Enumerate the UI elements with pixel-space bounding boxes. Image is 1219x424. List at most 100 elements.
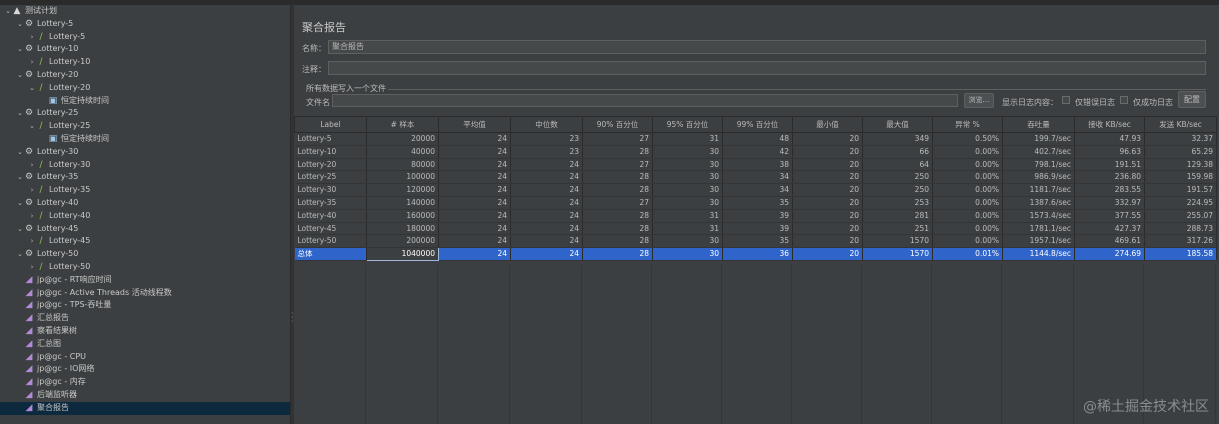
comment-input[interactable]: [328, 61, 1206, 75]
tree-node[interactable]: ⌄ ∕ Lottery-20: [0, 82, 290, 95]
collapse-arrow-icon[interactable]: ›: [28, 261, 36, 274]
column-header[interactable]: 最小值: [792, 116, 863, 133]
column-header[interactable]: 接收 KB/sec: [1074, 116, 1145, 133]
tree-node[interactable]: › ∕ Lottery-45: [0, 235, 290, 248]
chart-icon: ◢: [25, 313, 33, 324]
collapse-arrow-icon[interactable]: ›: [28, 56, 36, 69]
table-cell: 24: [438, 222, 511, 236]
tree-node[interactable]: ⌄ ⚙ Lottery-50: [0, 248, 290, 261]
table-row[interactable]: Lottery-25 100000 24 24 28 30 34 20 250 0.00% 986.…: [294, 170, 1217, 185]
tree-node[interactable]: ◢ jp@gc - 内存: [0, 376, 290, 389]
tree-node[interactable]: › ∕ Lottery-30: [0, 159, 290, 172]
table-row[interactable]: Lottery-30 120000 24 24 28 30 34 20 250 0.00% 1181…: [294, 183, 1217, 197]
filename-input[interactable]: [332, 94, 958, 107]
table-row[interactable]: Lottery-20 80000 24 24 27 30 38 20 64 0.00% 798.1/…: [294, 158, 1217, 172]
tree-node[interactable]: ⌄ ⚙ Lottery-30: [0, 146, 290, 159]
collapse-arrow-icon[interactable]: ›: [28, 210, 36, 223]
table-cell: 36: [722, 247, 793, 261]
name-input[interactable]: 聚合报告: [328, 40, 1206, 54]
tree-node-label: 察看结果树: [37, 325, 77, 335]
tree-node[interactable]: ▣ 恒定持续时间: [0, 95, 290, 108]
tree-node[interactable]: › ∕ Lottery-10: [0, 56, 290, 69]
tree-node[interactable]: ◢ jp@gc - IO网络: [0, 363, 290, 376]
grid-line: [365, 265, 366, 424]
table-cell: 283.55: [1074, 183, 1145, 197]
table-cell: 20: [792, 183, 863, 197]
table-row[interactable]: Lottery-35 140000 24 24 27 30 35 20 253 0.00% 1387…: [294, 196, 1217, 210]
tree-node[interactable]: ⌄ ▲ 测试计划: [0, 5, 290, 18]
tree-node[interactable]: ◢ jp@gc - Active Threads 活动线程数: [0, 287, 290, 300]
tree-node[interactable]: ◢ 察看结果树: [0, 325, 290, 338]
table-row[interactable]: Lottery-45 180000 24 24 28 31 39 20 251 0.00% 1781…: [294, 222, 1217, 236]
column-header[interactable]: 吞吐量: [1002, 116, 1075, 133]
tree-node[interactable]: ◢ 汇总图: [0, 338, 290, 351]
column-header[interactable]: 中位数: [510, 116, 583, 133]
tree-node-label: Lottery-30: [37, 146, 79, 156]
table-row[interactable]: Lottery-5 20000 24 23 27 31 48 20 349 0.50% 199.7/…: [294, 132, 1217, 146]
table-row[interactable]: Lottery-10 40000 24 23 28 30 42 20 66 0.00% 402.7/…: [294, 145, 1217, 159]
total-row[interactable]: 总体 1040000 24 24 28 30 36 20 1570 0.01% 1144.8/sec…: [294, 247, 1217, 261]
table-cell: 64: [862, 158, 933, 172]
expand-arrow-icon[interactable]: ⌄: [28, 120, 36, 133]
expand-arrow-icon[interactable]: ⌄: [16, 146, 24, 159]
tree-node[interactable]: › ∕ Lottery-40: [0, 210, 290, 223]
expand-arrow-icon[interactable]: ⌄: [16, 171, 24, 184]
column-header[interactable]: 最大值: [862, 116, 933, 133]
tree-node[interactable]: ◢ 聚合报告: [0, 401, 290, 415]
column-header[interactable]: 异常 %: [932, 116, 1003, 133]
table-cell: 30: [652, 234, 723, 249]
collapse-arrow-icon[interactable]: ›: [28, 159, 36, 172]
column-header[interactable]: 99% 百分位: [722, 116, 793, 133]
expand-arrow-icon[interactable]: ⌄: [16, 223, 24, 236]
errors-only-checkbox[interactable]: [1062, 96, 1070, 104]
tree-node[interactable]: › ∕ Lottery-50: [0, 261, 290, 274]
tree-node[interactable]: ⌄ ⚙ Lottery-5: [0, 18, 290, 31]
table-row[interactable]: Lottery-40 160000 24 24 28 31 39 20 281 0.00% 1573…: [294, 209, 1217, 223]
tree-node[interactable]: ⌄ ⚙ Lottery-10: [0, 43, 290, 56]
column-header[interactable]: 95% 百分位: [652, 116, 723, 133]
tree-node[interactable]: ◢ jp@gc - CPU: [0, 351, 290, 364]
tree-node[interactable]: ⌄ ⚙ Lottery-45: [0, 223, 290, 236]
table-cell: Lottery-25: [294, 170, 367, 185]
configure-button[interactable]: 配置: [1178, 91, 1206, 108]
tree-node[interactable]: ◢ 后端监听器: [0, 389, 290, 402]
tree-node[interactable]: › ∕ Lottery-5: [0, 31, 290, 44]
collapse-arrow-icon[interactable]: ›: [28, 184, 36, 197]
column-header[interactable]: 90% 百分位: [582, 116, 653, 133]
expand-arrow-icon[interactable]: ⌄: [4, 5, 12, 18]
results-table[interactable]: Label # 样本 平均值 中位数 90% 百分位 95% 百分位 99% 百分位 最小值最…: [294, 116, 1217, 261]
tree-node-label: jp@gc - IO网络: [37, 364, 95, 374]
expand-arrow-icon[interactable]: ⌄: [16, 248, 24, 261]
column-header[interactable]: # 样本: [366, 116, 439, 133]
success-only-checkbox[interactable]: [1120, 96, 1128, 104]
expand-arrow-icon[interactable]: ⌄: [16, 107, 24, 120]
expand-arrow-icon[interactable]: ⌄: [28, 82, 36, 95]
column-header[interactable]: Label: [294, 116, 367, 133]
tree-node[interactable]: ◢ jp@gc - TPS-吞吐量: [0, 299, 290, 312]
table-cell: 28: [582, 247, 653, 261]
test-plan-tree[interactable]: ⌄ ▲ 测试计划 ⌄ ⚙ Lottery-5 › ∕ Lottery-5 ⌄ ⚙ Lottery-10…: [0, 5, 291, 424]
tree-node[interactable]: ⌄ ⚙ Lottery-20: [0, 69, 290, 82]
sampler-pen-icon: ∕: [39, 31, 43, 42]
gear-icon: ⚙: [24, 108, 34, 119]
table-cell: Lottery-40: [294, 209, 367, 223]
tree-node[interactable]: ⌄ ⚙ Lottery-40: [0, 197, 290, 210]
collapse-arrow-icon[interactable]: ›: [28, 235, 36, 248]
tree-node[interactable]: ◢ 汇总报告: [0, 312, 290, 325]
browse-button[interactable]: 浏览...: [964, 93, 994, 108]
table-cell: 377.55: [1074, 209, 1145, 223]
expand-arrow-icon[interactable]: ⌄: [16, 69, 24, 82]
column-header[interactable]: 平均值: [438, 116, 511, 133]
expand-arrow-icon[interactable]: ⌄: [16, 18, 24, 31]
collapse-arrow-icon[interactable]: ›: [28, 31, 36, 44]
tree-node[interactable]: ⌄ ⚙ Lottery-25: [0, 107, 290, 120]
column-header[interactable]: 发送 KB/sec: [1144, 116, 1217, 133]
table-row[interactable]: Lottery-50 200000 24 24 28 30 35 20 1570 0.00% 195…: [294, 234, 1217, 249]
tree-node[interactable]: ▣ 恒定持续时间: [0, 133, 290, 146]
expand-arrow-icon[interactable]: ⌄: [16, 43, 24, 56]
expand-arrow-icon[interactable]: ⌄: [16, 197, 24, 210]
tree-node[interactable]: ◢ jp@gc - RT响应时间: [0, 274, 290, 287]
tree-node[interactable]: › ∕ Lottery-35: [0, 184, 290, 197]
tree-node[interactable]: ⌄ ⚙ Lottery-35: [0, 171, 290, 184]
tree-node[interactable]: ⌄ ∕ Lottery-25: [0, 120, 290, 133]
